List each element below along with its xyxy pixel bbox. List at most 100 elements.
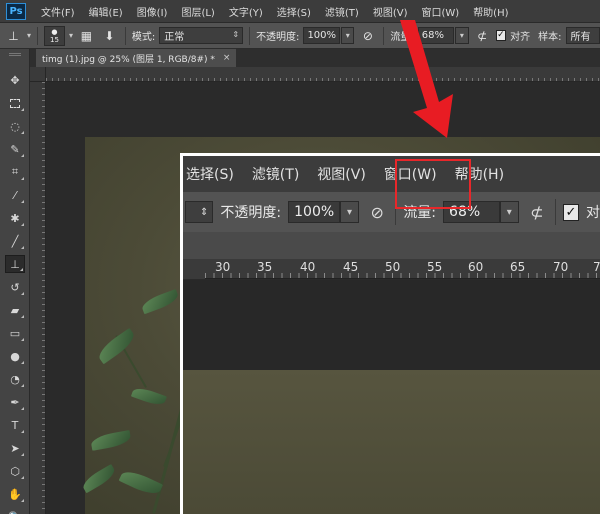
plant-leaf — [80, 464, 118, 494]
plant-leaf — [130, 385, 167, 408]
marquee-tool-icon[interactable] — [5, 94, 25, 112]
eraser-tool-icon[interactable]: ▰ — [5, 301, 25, 319]
menu-filter[interactable]: 滤镜(T) — [318, 4, 366, 19]
tool-preset-chevron-icon[interactable]: ▾ — [27, 31, 31, 40]
flow-input[interactable]: 68% — [417, 27, 455, 44]
ruler-tick-label: 30 — [215, 260, 231, 274]
horizontal-ruler[interactable] — [46, 67, 600, 82]
mode-value: 正常 — [164, 32, 185, 43]
inset-menu-filter[interactable]: 滤镜(T) — [243, 164, 308, 184]
ruler-tick-label: 50 — [385, 260, 401, 274]
shape-tool-icon[interactable]: ⬡ — [5, 462, 25, 480]
brush-dot-icon: ● — [51, 27, 58, 36]
flow-dropdown-icon[interactable]: ▾ — [455, 27, 469, 44]
stamp-tool-icon[interactable]: ⊥ — [4, 27, 23, 45]
inset-ruler-corner — [183, 259, 205, 279]
separator — [395, 199, 397, 225]
ruler-tick-label: 75 — [593, 260, 600, 274]
inset-align-checkbox[interactable]: ✓ — [563, 203, 579, 221]
menu-bar: Ps 文件(F) 编辑(E) 图像(I) 图层(L) 文字(Y) 选择(S) 滤… — [0, 0, 600, 23]
opacity-input[interactable]: 100% — [303, 27, 341, 44]
dodge-tool-icon[interactable]: ◔ — [5, 370, 25, 388]
mode-select[interactable]: 正常 ⇕ — [159, 27, 244, 44]
history-brush-tool-icon[interactable]: ↺ — [5, 278, 25, 296]
sample-value: 所有 — [570, 32, 591, 43]
inset-menu-window[interactable]: 窗口(W) — [375, 164, 446, 184]
healing-brush-tool-icon[interactable]: ✱ — [5, 209, 25, 227]
inset-menu-view[interactable]: 视图(V) — [308, 164, 375, 184]
inset-select-arrows-icon[interactable]: ⇕ — [185, 201, 214, 223]
sample-select[interactable]: 所有 — [565, 27, 600, 44]
blur-tool-icon[interactable]: ● — [5, 347, 25, 365]
quick-select-tool-icon[interactable]: ✎ — [5, 140, 25, 158]
vertical-ruler[interactable] — [30, 82, 46, 514]
menu-view[interactable]: 视图(V) — [366, 4, 415, 19]
separator — [37, 26, 38, 45]
brush-panel-icon[interactable]: ▦ — [77, 27, 96, 45]
opacity-label: 不透明度: — [256, 32, 300, 43]
document-tab-bar: timg (1).jpg @ 25% (图层 1, RGB/8#) * × — [30, 49, 600, 67]
inset-opacity-label: 不透明度: — [220, 205, 282, 221]
ruler-tick-label: 40 — [300, 260, 316, 274]
menu-file[interactable]: 文件(F) — [34, 4, 82, 19]
pressure-opacity-icon[interactable]: ⊘ — [358, 27, 377, 45]
zoomed-inset: 选择(S) 滤镜(T) 视图(V) 窗口(W) 帮助(H) ⇕ 不透明度: 10… — [180, 153, 600, 514]
document-tab[interactable]: timg (1).jpg @ 25% (图层 1, RGB/8#) * × — [36, 49, 237, 67]
lasso-tool-icon[interactable]: ◌ — [5, 117, 25, 135]
pen-tool-icon[interactable]: ✒ — [5, 393, 25, 411]
toolbox-grip[interactable] — [9, 53, 21, 56]
plant-leaf — [90, 430, 132, 451]
hand-tool-icon[interactable]: ✋ — [5, 485, 25, 503]
separator — [383, 26, 385, 45]
inset-menu-help[interactable]: 帮助(H) — [446, 164, 513, 184]
brush-picker-chevron-icon[interactable]: ▾ — [69, 31, 73, 40]
toolbox: ✥ ◌ ✎ ⌗ ⁄ ✱ ╱ ⊥ ↺ ▰ ▭ ● ◔ ✒ T ➤ ⬡ ✋ 🔍 — [0, 49, 30, 514]
ruler-tick-label: 35 — [257, 260, 273, 274]
menu-edit[interactable]: 编辑(E) — [82, 4, 130, 19]
separator — [249, 26, 251, 45]
menu-layer[interactable]: 图层(L) — [174, 4, 221, 19]
brush-tool-icon[interactable]: ╱ — [5, 232, 25, 250]
inset-pasteboard — [183, 280, 600, 370]
options-bar: ⊥ ▾ ● 15 ▾ ▦ ⬇ 模式: 正常 ⇕ 不透明度: 100% ▾ ⊘ 流… — [0, 23, 600, 49]
align-checkbox[interactable]: ✓ — [495, 30, 507, 41]
inset-opacity-input[interactable]: 100% — [288, 201, 341, 223]
menu-image[interactable]: 图像(I) — [130, 4, 175, 19]
inset-opacity-dropdown-icon[interactable]: ▾ — [340, 201, 359, 223]
menu-select[interactable]: 选择(S) — [270, 4, 318, 19]
menu-help[interactable]: 帮助(H) — [466, 4, 515, 19]
menu-type[interactable]: 文字(Y) — [222, 4, 270, 19]
crop-tool-icon[interactable]: ⌗ — [5, 163, 25, 181]
menu-window[interactable]: 窗口(W) — [414, 4, 466, 19]
inset-menu-bar: 选择(S) 滤镜(T) 视图(V) 窗口(W) 帮助(H) — [183, 156, 600, 192]
select-arrows-icon: ⇕ — [232, 30, 240, 39]
brush-preset-picker[interactable]: ● 15 — [43, 25, 65, 46]
inset-airbrush-icon[interactable]: ⊄ — [526, 201, 548, 223]
inset-flow-dropdown-icon[interactable]: ▾ — [499, 201, 519, 223]
zoom-tool-icon[interactable]: 🔍 — [5, 508, 25, 514]
inset-pressure-opacity-icon[interactable]: ⊘ — [366, 201, 388, 223]
clone-source-icon[interactable]: ⬇ — [100, 27, 119, 45]
path-select-tool-icon[interactable]: ➤ — [5, 439, 25, 457]
flow-label: 流量: — [390, 32, 414, 43]
ruler-origin[interactable] — [30, 67, 46, 82]
move-tool-icon[interactable]: ✥ — [5, 71, 25, 89]
clone-stamp-tool-icon[interactable]: ⊥ — [5, 255, 25, 273]
opacity-dropdown-icon[interactable]: ▾ — [341, 27, 355, 44]
airbrush-icon[interactable]: ⊄ — [473, 27, 492, 45]
mode-label: 模式: — [131, 32, 156, 43]
inset-options-bar: ⇕ 不透明度: 100% ▾ ⊘ 流量: 68% ▾ ⊄ ✓ 对 — [183, 192, 600, 232]
inset-flow-input[interactable]: 68% — [443, 201, 500, 223]
inset-menu-select[interactable]: 选择(S) — [183, 164, 243, 184]
document-tab-title: timg (1).jpg @ 25% (图层 1, RGB/8#) * — [42, 54, 215, 65]
separator — [555, 199, 556, 225]
inset-horizontal-ruler: 30 35 40 45 50 55 60 65 70 75 — [205, 259, 600, 279]
type-tool-icon[interactable]: T — [5, 416, 25, 434]
close-icon[interactable]: × — [223, 53, 231, 63]
eyedropper-tool-icon[interactable]: ⁄ — [5, 186, 25, 204]
inset-flow-label: 流量: — [403, 205, 437, 221]
plant-leaf — [95, 327, 139, 365]
ruler-tick-label: 45 — [343, 260, 359, 274]
ruler-tick-label: 60 — [468, 260, 484, 274]
gradient-tool-icon[interactable]: ▭ — [5, 324, 25, 342]
